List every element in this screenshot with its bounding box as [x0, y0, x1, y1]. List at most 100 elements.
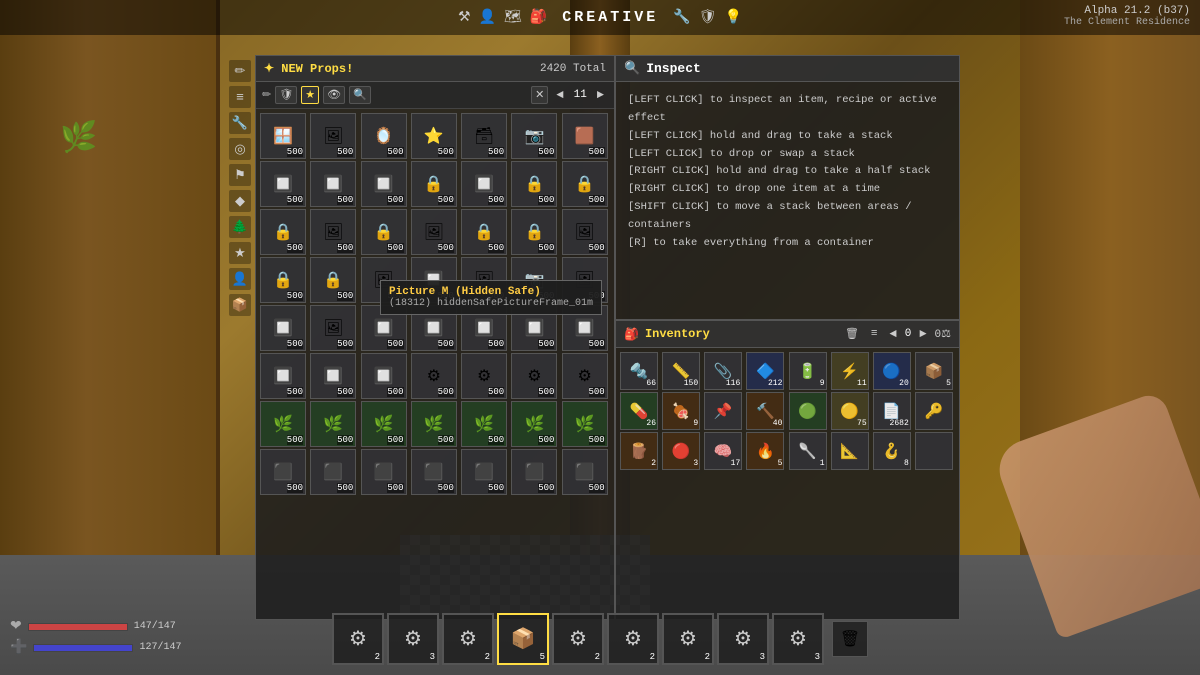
sidebar-icon-flag[interactable]: ⚑ [229, 164, 251, 186]
inv-cell[interactable]: 🔩66 [620, 352, 658, 390]
item-cell[interactable]: 🔒500 [260, 209, 306, 255]
sidebar-icon-wrench[interactable]: 🔧 [229, 112, 251, 134]
filter-btn-search[interactable]: 🔍 [349, 86, 371, 104]
inv-cell[interactable]: 🔑 [915, 392, 953, 430]
item-cell[interactable]: 🌿500 [461, 401, 507, 447]
item-cell[interactable]: 🌿500 [562, 401, 608, 447]
sidebar-icon-tree[interactable]: 🌲 [229, 216, 251, 238]
filter-btn-shield[interactable]: 🛡 [275, 86, 297, 104]
sidebar-icon-pencil[interactable]: ✏ [229, 60, 251, 82]
item-cell[interactable]: ⬛500 [511, 449, 557, 495]
item-cell[interactable]: 🔲500 [461, 161, 507, 207]
hotbar-slot[interactable]: ⚙2 [552, 613, 604, 665]
item-cell[interactable]: ⬛500 [361, 449, 407, 495]
item-cell[interactable]: ⚙500 [511, 353, 557, 399]
item-cell[interactable]: 🖼500 [310, 209, 356, 255]
item-cell[interactable]: 🔒500 [461, 209, 507, 255]
item-cell[interactable]: 🔲500 [260, 161, 306, 207]
item-cell[interactable]: 🔒500 [361, 209, 407, 255]
item-cell[interactable]: 🪞500 [361, 113, 407, 159]
sidebar-icon-person[interactable]: 👤 [229, 268, 251, 290]
hotbar-slot[interactable]: ⚙3 [387, 613, 439, 665]
item-cell[interactable]: 🔒500 [562, 161, 608, 207]
item-cell[interactable]: 📷500 [511, 113, 557, 159]
item-cell[interactable]: ⬛500 [260, 449, 306, 495]
item-cell[interactable]: 🔒500 [260, 257, 306, 303]
inv-cell[interactable]: 💊26 [620, 392, 658, 430]
item-cell[interactable]: 🖼500 [411, 209, 457, 255]
item-cell[interactable]: 🪟500 [260, 113, 306, 159]
inv-cell[interactable]: 🟡75 [831, 392, 869, 430]
item-cell[interactable]: 🔲500 [260, 353, 306, 399]
hotbar-slot[interactable]: ⚙2 [607, 613, 659, 665]
inv-trash-btn[interactable]: 🗑 [841, 326, 863, 342]
hotbar-slot[interactable]: ⚙2 [332, 613, 384, 665]
item-cell[interactable]: 🔲500 [361, 161, 407, 207]
inv-next-btn[interactable]: ► [915, 326, 930, 342]
inv-prev-btn[interactable]: ◄ [886, 326, 901, 342]
inv-cell[interactable]: 🪵2 [620, 432, 658, 470]
item-cell[interactable]: 🔲500 [310, 161, 356, 207]
sidebar-icon-list[interactable]: ≡ [229, 86, 251, 108]
item-cell[interactable]: 🔒500 [511, 161, 557, 207]
hotbar-slot[interactable]: ⚙2 [442, 613, 494, 665]
sidebar-icon-star[interactable]: ★ [229, 242, 251, 264]
sidebar-icon-target[interactable]: ◎ [229, 138, 251, 160]
item-cell[interactable]: 🌿500 [260, 401, 306, 447]
item-cell[interactable]: 🖼500 [562, 209, 608, 255]
hotbar-slot[interactable]: ⚙3 [772, 613, 824, 665]
item-cell[interactable]: ⭐500 [411, 113, 457, 159]
item-cell[interactable]: 🖼500 [310, 305, 356, 351]
next-page-btn[interactable]: ► [593, 87, 608, 103]
hotbar-trash-btn[interactable]: 🗑 [832, 621, 868, 657]
inv-cell[interactable]: 🔵20 [873, 352, 911, 390]
item-cell[interactable]: 🟫500 [562, 113, 608, 159]
filter-btn-eye[interactable]: 👁 [323, 86, 345, 104]
item-cell[interactable]: ⚙500 [411, 353, 457, 399]
item-cell[interactable]: 🔒500 [411, 161, 457, 207]
item-cell[interactable]: 🌿500 [361, 401, 407, 447]
inv-cell[interactable]: 🔥5 [746, 432, 784, 470]
inv-cell[interactable]: 🟢 [789, 392, 827, 430]
item-cell[interactable]: 🌿500 [411, 401, 457, 447]
item-cell[interactable]: ⬛500 [461, 449, 507, 495]
item-cell[interactable]: 🔲500 [361, 353, 407, 399]
inv-cell[interactable]: 📄2682 [873, 392, 911, 430]
item-cell[interactable]: 🗃500 [461, 113, 507, 159]
hotbar-slot[interactable]: ⚙3 [717, 613, 769, 665]
filter-btn-star[interactable]: ★ [301, 86, 319, 104]
item-cell[interactable]: ⬛500 [310, 449, 356, 495]
item-cell[interactable]: ⬛500 [562, 449, 608, 495]
item-cell[interactable]: 🔒500 [310, 257, 356, 303]
inv-cell[interactable]: 🔨40 [746, 392, 784, 430]
inv-cell[interactable]: 🍖9 [662, 392, 700, 430]
item-cell[interactable]: 🌿500 [511, 401, 557, 447]
inv-cell[interactable]: 🔷212 [746, 352, 784, 390]
sidebar-icon-box[interactable]: 📦 [229, 294, 251, 316]
inv-stack-btn[interactable]: ≡ [867, 327, 882, 341]
item-cell[interactable]: 🔒500 [511, 209, 557, 255]
sidebar-icon-shape[interactable]: ◆ [229, 190, 251, 212]
inv-cell[interactable]: 📏150 [662, 352, 700, 390]
inv-cell[interactable]: 📦5 [915, 352, 953, 390]
inv-cell[interactable]: 📐 [831, 432, 869, 470]
item-cell[interactable]: ⚙500 [461, 353, 507, 399]
item-cell[interactable]: ⬛500 [411, 449, 457, 495]
item-cell[interactable]: ⚙500 [562, 353, 608, 399]
item-cell[interactable]: 🔲500 [260, 305, 306, 351]
item-cell[interactable]: 🔲500 [310, 353, 356, 399]
inv-cell[interactable]: 📎116 [704, 352, 742, 390]
inv-cell[interactable] [915, 432, 953, 470]
hotbar-slot[interactable]: 📦5 [497, 613, 549, 665]
clear-btn[interactable]: ✕ [531, 86, 548, 104]
prev-page-btn[interactable]: ◄ [552, 87, 567, 103]
hotbar-slot[interactable]: ⚙2 [662, 613, 714, 665]
inv-cell[interactable]: 🔋9 [789, 352, 827, 390]
item-cell[interactable]: 🖼500 [310, 113, 356, 159]
inv-cell[interactable]: 🔴3 [662, 432, 700, 470]
inv-cell[interactable]: 🧠17 [704, 432, 742, 470]
inv-cell[interactable]: 🪝8 [873, 432, 911, 470]
inv-cell[interactable]: 🥄1 [789, 432, 827, 470]
inv-cell[interactable]: 📌 [704, 392, 742, 430]
item-cell[interactable]: 🌿500 [310, 401, 356, 447]
